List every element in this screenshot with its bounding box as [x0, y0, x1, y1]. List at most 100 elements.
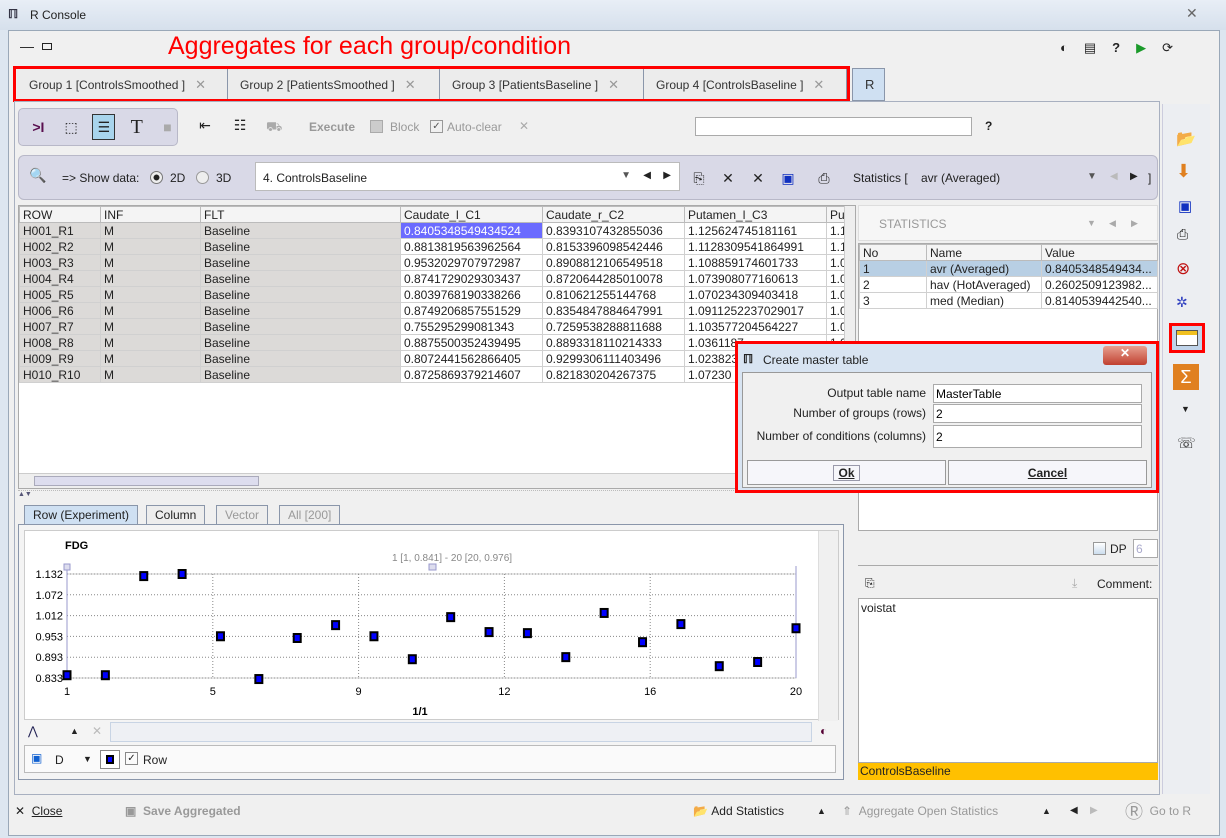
- data-point[interactable]: [100, 670, 110, 681]
- table-cell[interactable]: 0.810621255144768: [542, 286, 685, 303]
- table-cell[interactable]: 1.125624745181161: [684, 222, 827, 239]
- groups-input[interactable]: [933, 404, 1142, 423]
- scrollbar-thumb[interactable]: [34, 476, 259, 486]
- copy-icon[interactable]: ⎘: [690, 170, 708, 187]
- table-row[interactable]: H006_R6 M Baseline 0.8749206857551529 0.8354…: [19, 302, 848, 319]
- data-point[interactable]: [638, 637, 648, 648]
- table-cell[interactable]: H004_R4: [19, 270, 101, 287]
- chevron-down-icon[interactable]: ▼: [1087, 171, 1097, 182]
- table-view-icon[interactable]: ☰: [92, 114, 116, 140]
- tab-group-3[interactable]: Group 3 [PatientsBaseline ] ✕: [440, 68, 644, 101]
- cursor-handle[interactable]: [428, 563, 437, 571]
- remove-icon[interactable]: ✕: [720, 170, 736, 187]
- aggregate-open-statistics-button[interactable]: ⇑ Aggregate Open Statistics: [842, 796, 998, 826]
- table-cell[interactable]: 1.108859174601733: [684, 254, 827, 271]
- line-style-icon[interactable]: ⋀: [28, 724, 38, 738]
- data-point[interactable]: [791, 623, 801, 634]
- prev-icon[interactable]: ◀: [1110, 171, 1118, 182]
- data-point[interactable]: [446, 612, 456, 623]
- data-point[interactable]: [254, 674, 264, 685]
- chart-tab-vector[interactable]: Vector: [216, 505, 269, 525]
- close-tab-icon[interactable]: ✕: [405, 77, 416, 93]
- close-button[interactable]: ✕ Close: [15, 796, 62, 826]
- table-cell[interactable]: H006_R6: [19, 302, 101, 319]
- data-point[interactable]: [177, 569, 187, 579]
- table-row[interactable]: H004_R4 M Baseline 0.8741729029303437 0.8720…: [19, 270, 848, 287]
- data-point[interactable]: [714, 661, 724, 672]
- radio-3d[interactable]: [196, 171, 209, 184]
- table-cell[interactable]: M: [100, 286, 201, 303]
- table-cell[interactable]: H010_R10: [19, 366, 101, 383]
- text-icon[interactable]: T: [125, 116, 148, 139]
- table-cell[interactable]: Baseline: [200, 302, 401, 319]
- tab-group-1[interactable]: Group 1 [ControlsSmoothed ] ✕: [17, 68, 228, 101]
- console-icon[interactable]: >I: [27, 119, 50, 135]
- statistics-cell[interactable]: 2: [859, 276, 927, 293]
- data-point[interactable]: [215, 631, 225, 642]
- marker-swatch[interactable]: [100, 750, 120, 769]
- data-point[interactable]: [561, 652, 571, 663]
- table-cell[interactable]: 1.103577204564227: [684, 318, 827, 335]
- plugin-icon[interactable]: ✲: [1176, 294, 1188, 311]
- close-tab-icon[interactable]: ✕: [813, 77, 824, 93]
- statistics-row[interactable]: 2 hav (HotAveraged) 0.2602509123982...: [859, 276, 1158, 293]
- chart-tab-row[interactable]: Row (Experiment): [24, 505, 139, 525]
- stats-tool-icon[interactable]: ⎙: [815, 170, 833, 187]
- table-cell[interactable]: Baseline: [200, 334, 401, 351]
- execute-button[interactable]: Execute: [309, 120, 355, 134]
- column-header[interactable]: No: [859, 244, 927, 261]
- table-cell[interactable]: 1.1128309541864991: [684, 238, 827, 255]
- table-cell[interactable]: Baseline: [200, 238, 401, 255]
- command-input[interactable]: [695, 117, 972, 136]
- prev-icon[interactable]: ◀: [1109, 218, 1116, 229]
- delete-circle-icon[interactable]: ⊗: [1176, 259, 1190, 279]
- data-point[interactable]: [522, 628, 532, 639]
- table-cell[interactable]: 0.8354847884647991: [542, 302, 685, 319]
- table-cell[interactable]: 0.8393107432855036: [542, 222, 685, 239]
- dp-input[interactable]: [1133, 539, 1158, 558]
- table-cell[interactable]: 0.8405348549434524: [400, 222, 543, 239]
- up-icon[interactable]: ▲: [817, 806, 826, 816]
- table-cell[interactable]: H003_R3: [19, 254, 101, 271]
- table-cell[interactable]: Baseline: [200, 254, 401, 271]
- dp-checkbox[interactable]: [1093, 542, 1106, 555]
- table-cell[interactable]: 0.755295299081343: [400, 318, 543, 335]
- chart-tab-column[interactable]: Column: [146, 505, 206, 525]
- data-point[interactable]: [369, 631, 379, 642]
- table-cell[interactable]: Baseline: [200, 286, 401, 303]
- cursor-handle[interactable]: [63, 563, 71, 571]
- close-window-icon[interactable]: ✕: [1186, 5, 1198, 22]
- chevron-down-icon[interactable]: ▼: [1181, 404, 1190, 414]
- ok-button[interactable]: Ok: [747, 460, 946, 485]
- create-master-table-button[interactable]: [1169, 323, 1205, 353]
- table-cell[interactable]: M: [100, 254, 201, 271]
- table-cell[interactable]: 0.9532029707972987: [400, 254, 543, 271]
- statistics-cell[interactable]: 3: [859, 292, 927, 309]
- go-to-r-button[interactable]: Ⓡ Go to R: [1125, 796, 1191, 826]
- table-cell[interactable]: 0.821830204267375: [542, 366, 685, 383]
- splitter[interactable]: ▲▼: [18, 490, 856, 498]
- maximize-icon[interactable]: [42, 43, 52, 50]
- chevron-down-icon[interactable]: ▼: [621, 170, 631, 181]
- column-header[interactable]: Name: [926, 244, 1042, 261]
- radio-2d[interactable]: [150, 171, 163, 184]
- statistics-row[interactable]: 1 avr (Averaged) 0.8405348549434...: [859, 260, 1158, 277]
- tab-r[interactable]: R: [852, 68, 885, 101]
- table-cell[interactable]: 0.8813819563962564: [400, 238, 543, 255]
- table-cell[interactable]: Baseline: [200, 366, 401, 383]
- table-cell[interactable]: 0.8749206857551529: [400, 302, 543, 319]
- column-header[interactable]: INF: [100, 206, 201, 223]
- table-cell[interactable]: H002_R2: [19, 238, 101, 255]
- download-icon[interactable]: ⤓: [1072, 576, 1077, 591]
- dialog-close-button[interactable]: ✕: [1103, 346, 1147, 365]
- up-icon[interactable]: ▲: [70, 726, 79, 736]
- table-cell[interactable]: Baseline: [200, 350, 401, 367]
- up-icon[interactable]: ▲: [1042, 806, 1051, 816]
- table-cell[interactable]: H005_R5: [19, 286, 101, 303]
- column-header[interactable]: Caudate_r_C2: [542, 206, 685, 223]
- table-cell[interactable]: 0.8908812106549518: [542, 254, 685, 271]
- auto-clear-checkbox[interactable]: ✓: [430, 120, 443, 133]
- data-point[interactable]: [331, 620, 341, 631]
- table-cell[interactable]: M: [100, 238, 201, 255]
- table-cell[interactable]: M: [100, 302, 201, 319]
